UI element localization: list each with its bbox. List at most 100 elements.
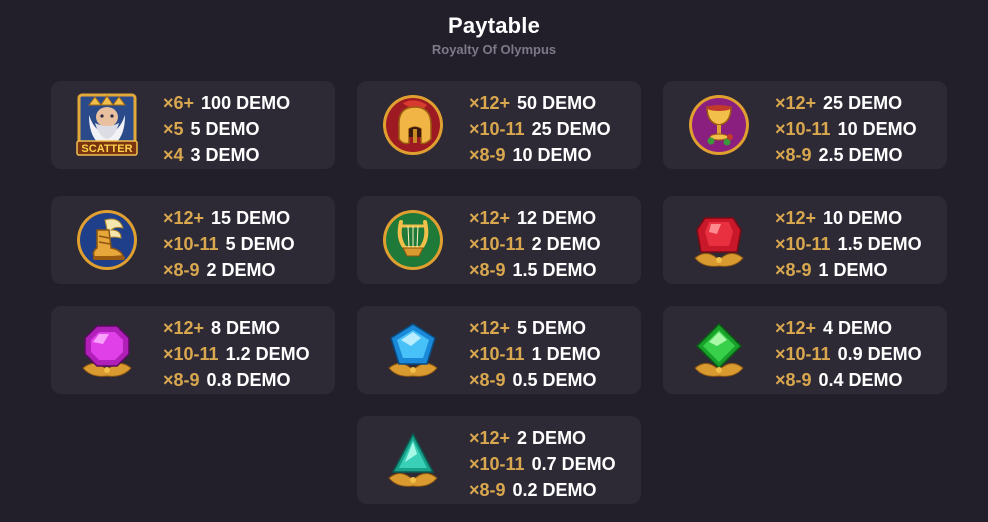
pay-row: ×10-11 1.5 DEMO [775, 231, 922, 257]
teal-gem-icon [381, 428, 445, 492]
scatter-label: SCATTER [81, 143, 132, 155]
pay-value: 3 DEMO [190, 145, 260, 165]
pay-row: ×10-11 25 DEMO [469, 116, 611, 142]
pay-list: ×12+ 15 DEMO ×10-11 5 DEMO ×8-9 2 DEMO [163, 205, 295, 283]
pay-multiplier: ×12+ [775, 208, 817, 228]
pay-row: ×10-11 0.9 DEMO [775, 341, 922, 367]
pay-multiplier: ×6+ [163, 93, 195, 113]
pay-row: ×8-9 0.4 DEMO [775, 367, 922, 393]
pay-multiplier: ×10-11 [469, 119, 525, 139]
pay-row: ×8-9 2.5 DEMO [775, 142, 917, 168]
pay-list: ×12+ 25 DEMO ×10-11 10 DEMO ×8-9 2.5 DEMO [775, 90, 917, 168]
pay-multiplier: ×8-9 [469, 260, 506, 280]
pay-list: ×12+ 2 DEMO ×10-11 0.7 DEMO ×8-9 0.2 DEMO [469, 425, 616, 503]
pay-multiplier: ×4 [163, 145, 184, 165]
paytable-card-goblet: ×12+ 25 DEMO ×10-11 10 DEMO ×8-9 2.5 DEMO [663, 81, 947, 169]
paytable-card-scatter: SCATTER ×6+ 100 DEMO ×5 5 DEMO ×4 3 DEMO [51, 81, 335, 169]
pay-multiplier: ×12+ [469, 318, 511, 338]
paytable-card-sandal: ×12+ 15 DEMO ×10-11 5 DEMO ×8-9 2 DEMO [51, 196, 335, 284]
pay-row: ×10-11 0.7 DEMO [469, 451, 616, 477]
winged-sandal-icon [75, 208, 139, 272]
green-gem-icon [687, 318, 751, 382]
pay-multiplier: ×8-9 [775, 370, 812, 390]
pay-row: ×8-9 0.8 DEMO [163, 367, 310, 393]
spartan-helmet-icon [381, 93, 445, 157]
pay-row: ×12+ 15 DEMO [163, 205, 295, 231]
pay-multiplier: ×10-11 [775, 344, 831, 364]
paytable-card-purple-gem: ×12+ 8 DEMO ×10-11 1.2 DEMO ×8-9 0.8 DEMO [51, 306, 335, 394]
pay-list: ×12+ 50 DEMO ×10-11 25 DEMO ×8-9 10 DEMO [469, 90, 611, 168]
purple-gem-icon [75, 318, 139, 382]
paytable-card-lyre: ×12+ 12 DEMO ×10-11 2 DEMO ×8-9 1.5 DEMO [357, 196, 641, 284]
pay-row: ×5 5 DEMO [163, 116, 290, 142]
pay-row: ×10-11 10 DEMO [775, 116, 917, 142]
pay-row: ×12+ 10 DEMO [775, 205, 922, 231]
pay-row: ×8-9 0.2 DEMO [469, 477, 616, 503]
pay-row: ×10-11 2 DEMO [469, 231, 601, 257]
pay-row: ×12+ 12 DEMO [469, 205, 601, 231]
pay-multiplier: ×10-11 [163, 234, 219, 254]
pay-value: 10 DEMO [823, 208, 903, 228]
red-gem-icon [687, 208, 751, 272]
pay-list: ×12+ 8 DEMO ×10-11 1.2 DEMO ×8-9 0.8 DEMO [163, 315, 310, 393]
pay-multiplier: ×10-11 [469, 454, 525, 474]
pay-value: 4 DEMO [823, 318, 893, 338]
pay-value: 0.4 DEMO [818, 370, 903, 390]
pay-row: ×12+ 50 DEMO [469, 90, 611, 116]
pay-value: 1.5 DEMO [512, 260, 597, 280]
pay-multiplier: ×12+ [775, 318, 817, 338]
paytable-card-red-gem: ×12+ 10 DEMO ×10-11 1.5 DEMO ×8-9 1 DEMO [663, 196, 947, 284]
pay-multiplier: ×8-9 [163, 370, 200, 390]
pay-multiplier: ×10-11 [469, 344, 525, 364]
blue-gem-icon [381, 318, 445, 382]
pay-value: 15 DEMO [211, 208, 291, 228]
pay-row: ×12+ 5 DEMO [469, 315, 601, 341]
pay-value: 10 DEMO [837, 119, 917, 139]
paytable-card-teal-gem: ×12+ 2 DEMO ×10-11 0.7 DEMO ×8-9 0.2 DEMO [357, 416, 641, 504]
pay-multiplier: ×10-11 [775, 119, 831, 139]
game-subtitle: Royalty Of Olympus [431, 42, 557, 57]
pay-multiplier: ×8-9 [163, 260, 200, 280]
pay-value: 50 DEMO [517, 93, 597, 113]
pay-list: ×12+ 5 DEMO ×10-11 1 DEMO ×8-9 0.5 DEMO [469, 315, 601, 393]
pay-multiplier: ×8-9 [775, 260, 812, 280]
pay-multiplier: ×12+ [469, 208, 511, 228]
pay-value: 10 DEMO [512, 145, 592, 165]
pay-list: ×12+ 10 DEMO ×10-11 1.5 DEMO ×8-9 1 DEMO [775, 205, 922, 283]
pay-multiplier: ×5 [163, 119, 184, 139]
pay-value: 1.2 DEMO [225, 344, 310, 364]
pay-list: ×12+ 4 DEMO ×10-11 0.9 DEMO ×8-9 0.4 DEMO [775, 315, 922, 393]
paytable-card-blue-gem: ×12+ 5 DEMO ×10-11 1 DEMO ×8-9 0.5 DEMO [357, 306, 641, 394]
golden-goblet-icon [687, 93, 751, 157]
pay-row: ×8-9 10 DEMO [469, 142, 611, 168]
pay-multiplier: ×8-9 [469, 370, 506, 390]
zeus-scatter-icon: SCATTER [75, 93, 139, 157]
pay-multiplier: ×12+ [163, 208, 205, 228]
pay-multiplier: ×10-11 [775, 234, 831, 254]
pay-value: 0.7 DEMO [531, 454, 616, 474]
pay-multiplier: ×12+ [163, 318, 205, 338]
pay-row: ×12+ 8 DEMO [163, 315, 310, 341]
pay-value: 8 DEMO [211, 318, 281, 338]
pay-row: ×4 3 DEMO [163, 142, 290, 168]
pay-value: 1.5 DEMO [837, 234, 922, 254]
pay-value: 12 DEMO [517, 208, 597, 228]
pay-row: ×10-11 5 DEMO [163, 231, 295, 257]
pay-row: ×8-9 1 DEMO [775, 257, 922, 283]
golden-lyre-icon [381, 208, 445, 272]
pay-value: 2 DEMO [517, 428, 587, 448]
paytable-card-green-gem: ×12+ 4 DEMO ×10-11 0.9 DEMO ×8-9 0.4 DEMO [663, 306, 947, 394]
paytable-header: Paytable Royalty Of Olympus [0, 12, 988, 59]
pay-value: 5 DEMO [225, 234, 295, 254]
pay-value: 2 DEMO [531, 234, 601, 254]
pay-row: ×10-11 1.2 DEMO [163, 341, 310, 367]
pay-multiplier: ×10-11 [163, 344, 219, 364]
pay-multiplier: ×10-11 [469, 234, 525, 254]
pay-multiplier: ×8-9 [469, 145, 506, 165]
pay-row: ×12+ 2 DEMO [469, 425, 616, 451]
pay-row: ×8-9 0.5 DEMO [469, 367, 601, 393]
pay-list: ×12+ 12 DEMO ×10-11 2 DEMO ×8-9 1.5 DEMO [469, 205, 601, 283]
pay-multiplier: ×12+ [775, 93, 817, 113]
pay-value: 2.5 DEMO [818, 145, 903, 165]
pay-value: 5 DEMO [517, 318, 587, 338]
